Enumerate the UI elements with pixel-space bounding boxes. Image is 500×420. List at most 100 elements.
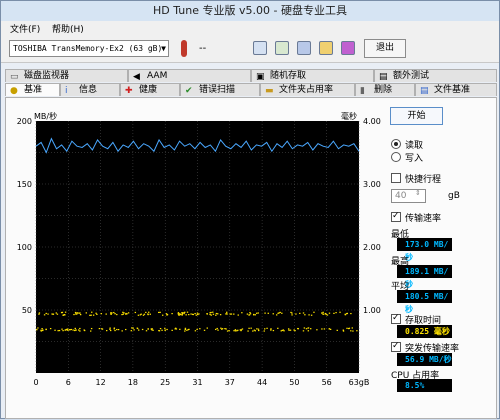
access-time-point [281, 312, 283, 314]
access-time-point [221, 328, 224, 330]
access-time-point [98, 327, 101, 330]
access-time-point [166, 328, 168, 331]
access-time-point [90, 327, 93, 330]
access-time-point [199, 328, 201, 330]
min-value: 173.0 MB/秒 [397, 238, 452, 262]
access-time-point [121, 313, 123, 316]
access-time-point [43, 314, 46, 316]
x-tick-label: 6 [66, 378, 71, 387]
access-time-point [161, 329, 163, 331]
access-time-point [37, 327, 39, 329]
transfer-rate-checkbox-box[interactable] [391, 211, 401, 222]
access-time-point [76, 313, 78, 315]
transfer-rate-checkbox[interactable]: 传输速率 [391, 211, 491, 225]
access-time-point [145, 311, 147, 313]
access-time-point [257, 312, 259, 314]
burst-rate-checkbox-box[interactable] [391, 341, 401, 352]
access-time-point [91, 311, 93, 313]
access-time-point [117, 328, 120, 331]
access-time-point [92, 314, 95, 316]
access-time-point [212, 311, 214, 313]
access-time-point [55, 312, 57, 314]
access-time-checkbox-box[interactable] [391, 313, 401, 324]
avg-value: 180.5 MB/秒 [397, 290, 452, 314]
access-time-point [105, 313, 107, 315]
access-time-point [275, 314, 278, 316]
access-time-point [79, 327, 81, 330]
x-tick-label: 56 [322, 378, 332, 387]
access-time-point [215, 314, 217, 316]
access-time-point [288, 329, 290, 331]
access-time-point [166, 314, 169, 316]
start-button[interactable]: 开始 [390, 107, 443, 125]
access-time-point [348, 327, 351, 329]
access-time-point [272, 329, 275, 332]
access-time-point [188, 328, 190, 330]
access-time-point [62, 330, 64, 332]
access-time-point [248, 327, 250, 329]
short-stroke-checkbox-box[interactable] [391, 173, 401, 183]
access-time-point [181, 314, 183, 316]
access-time-point [206, 313, 208, 315]
access-time-point [40, 330, 42, 332]
access-time-point [184, 311, 186, 313]
access-time-point [36, 329, 38, 331]
access-time-point [152, 329, 154, 331]
access-time-point [214, 328, 217, 331]
read-radio[interactable]: 读取 [391, 138, 491, 152]
access-time-point [287, 328, 290, 330]
x-tick-label: 0 [33, 378, 38, 387]
access-time-point [67, 329, 69, 332]
access-time-point [356, 330, 358, 332]
write-radio-button[interactable] [391, 152, 401, 162]
access-time-point [303, 327, 306, 329]
access-time-point [351, 327, 353, 329]
access-time-point [342, 330, 345, 332]
access-time-point [291, 312, 293, 314]
access-time-point [250, 327, 252, 329]
access-time-point [206, 327, 208, 329]
access-time-point [145, 330, 148, 332]
access-time-point [217, 329, 219, 331]
write-radio[interactable]: 写入 [391, 151, 491, 165]
access-time-point [64, 314, 66, 316]
access-time-point [90, 314, 92, 316]
access-time-point [109, 328, 111, 330]
short-stroke-checkbox[interactable]: 快捷行程 [391, 172, 491, 186]
access-time-point [125, 312, 127, 315]
access-time-point [61, 328, 63, 330]
access-time-point [249, 313, 252, 315]
x-tick-label: 50 [289, 378, 299, 387]
access-time-point [289, 329, 292, 331]
access-time-point [54, 329, 56, 331]
access-time-point [219, 314, 222, 316]
access-time-point [255, 312, 258, 314]
access-time-point [196, 328, 198, 330]
access-time-point [151, 329, 153, 331]
spin-arrows-icon[interactable]: ⇕ [415, 189, 421, 197]
access-time-point [148, 311, 150, 313]
access-time-point [141, 328, 144, 331]
access-time-point [210, 311, 212, 314]
access-time-point [110, 312, 112, 314]
access-time-point [310, 328, 312, 330]
access-time-point [297, 327, 299, 330]
access-time-point [113, 328, 115, 330]
access-time-point [190, 313, 192, 315]
access-time-point [69, 329, 71, 331]
write-label: 写入 [405, 154, 424, 164]
x-tick-label: 25 [160, 378, 170, 387]
access-time-point [58, 329, 61, 332]
access-time-point [136, 327, 139, 329]
access-time-point [307, 327, 309, 329]
read-radio-button[interactable] [391, 139, 401, 149]
access-time-point [249, 311, 251, 314]
access-time-point [133, 329, 135, 331]
access-time-point [254, 330, 256, 332]
access-time-point [308, 314, 310, 316]
access-time-point [336, 329, 338, 331]
access-time-point [158, 311, 160, 314]
access-time-point [257, 329, 260, 332]
access-time-point [179, 313, 182, 316]
y-left-tick-label: 150 [17, 180, 32, 189]
